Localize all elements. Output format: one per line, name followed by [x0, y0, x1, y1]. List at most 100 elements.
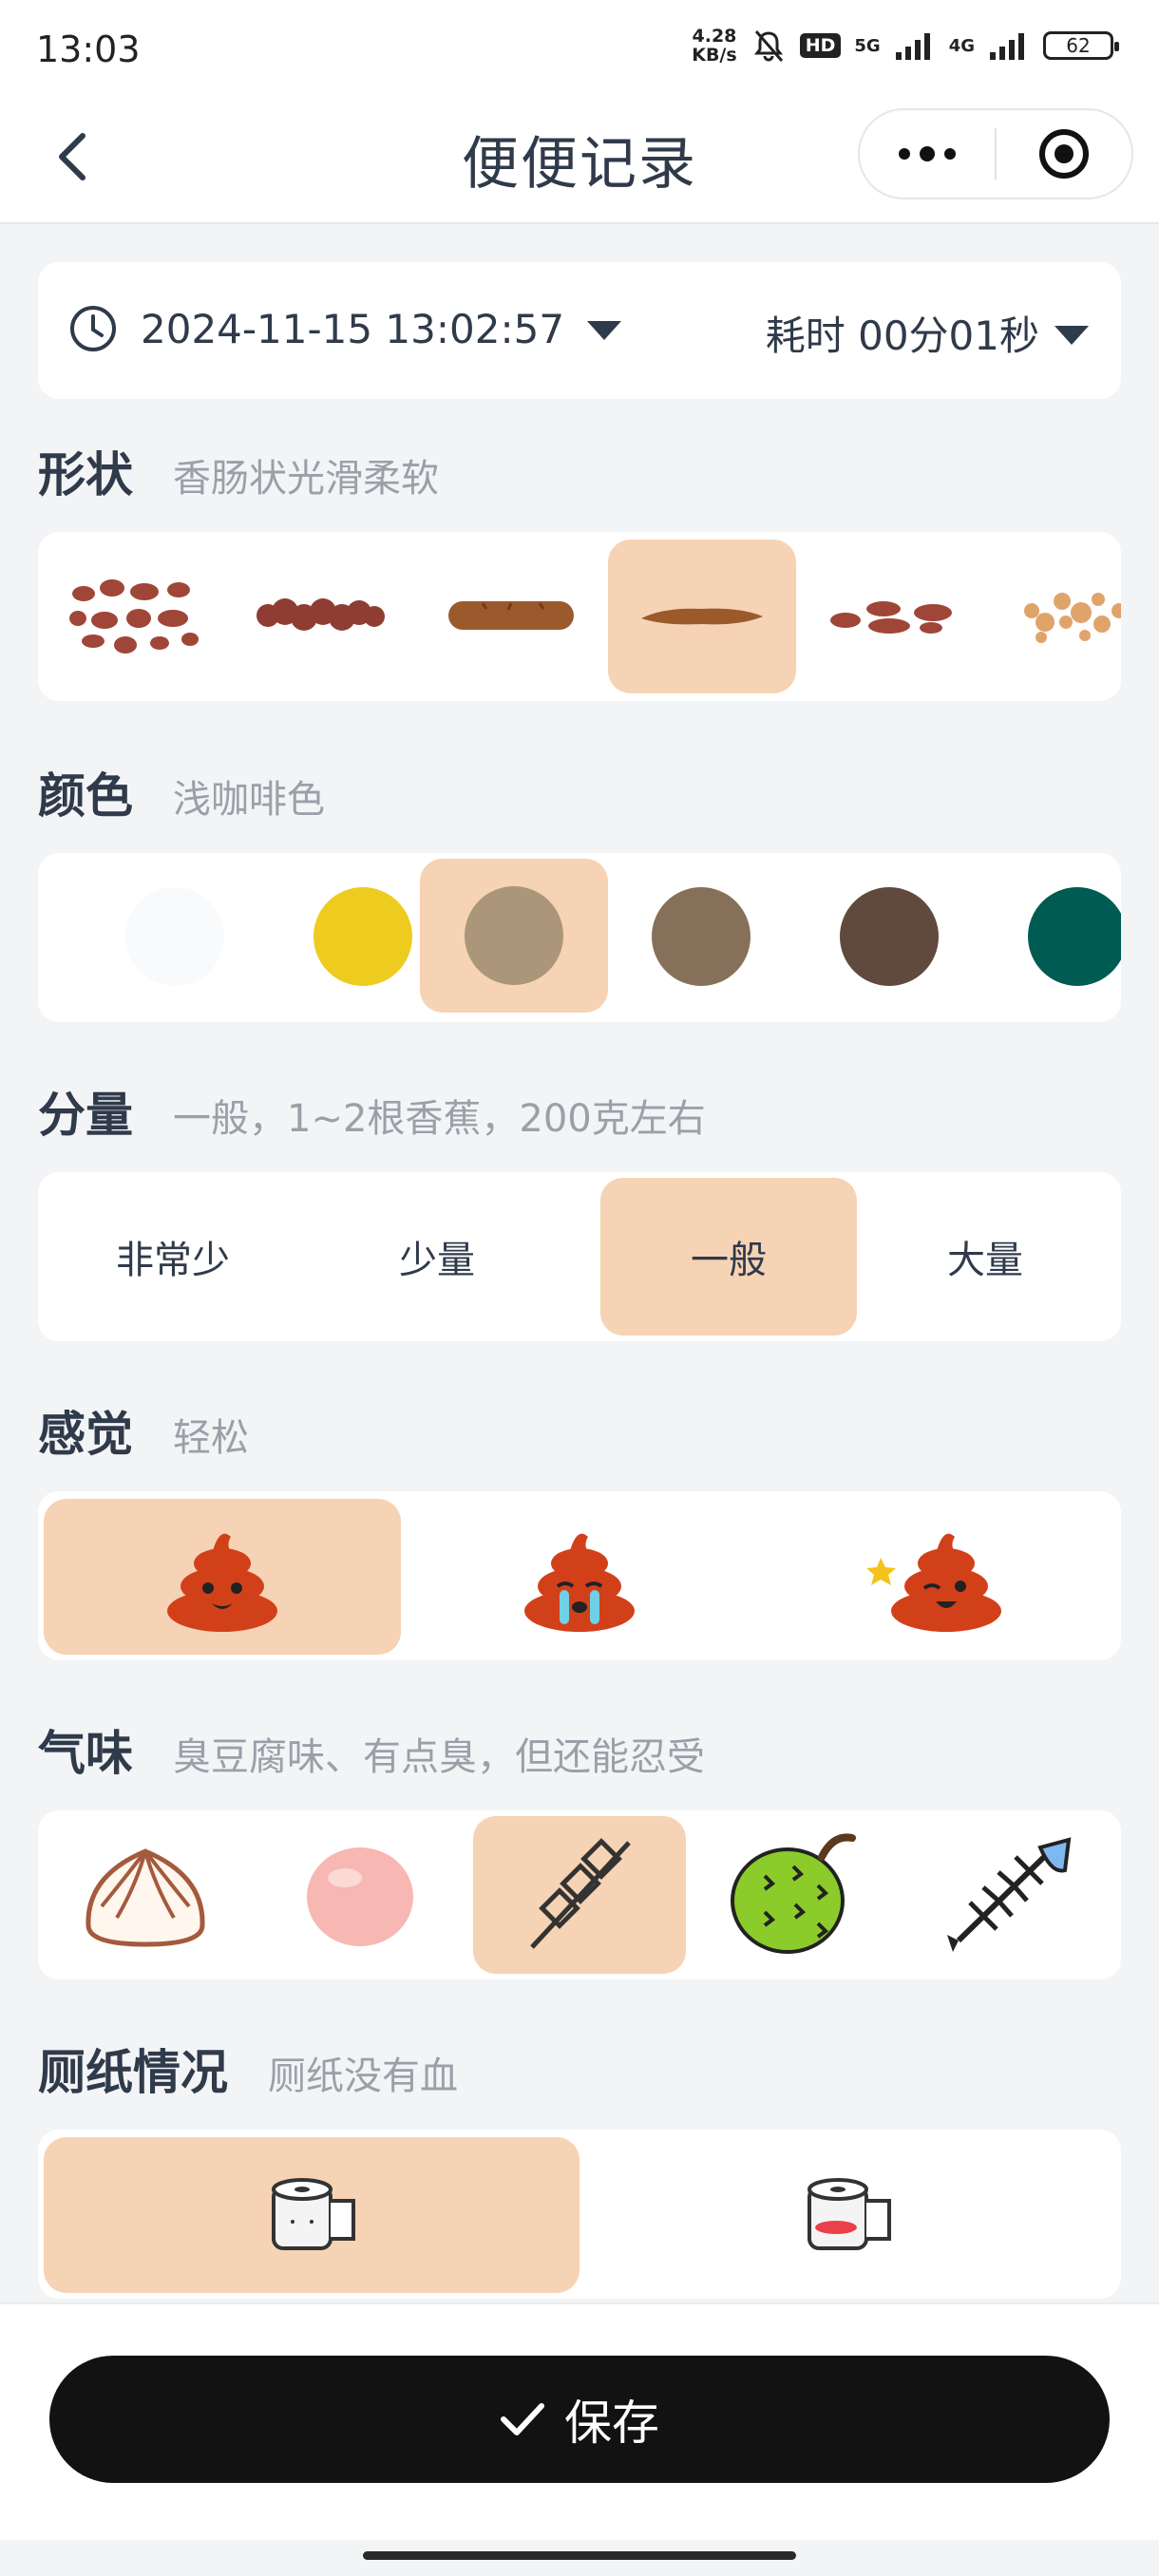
bloody-toilet-paper-icon — [808, 2178, 891, 2250]
color-swatch-3 — [465, 886, 563, 985]
color-options — [38, 853, 1121, 1022]
smell-title: 气味 — [38, 1726, 133, 1781]
close-program-button[interactable] — [997, 110, 1131, 198]
mini-program-capsule — [858, 108, 1133, 199]
signal-bars-icon — [895, 33, 930, 60]
datetime-value: 2024-11-15 13:02:57 — [141, 305, 565, 352]
fishbone-icon — [947, 1837, 1072, 1952]
paper-option-2[interactable] — [580, 2137, 1115, 2293]
shape-section-header: 形状 香肠状光滑柔软 — [38, 437, 439, 505]
durian-icon — [731, 1833, 856, 1954]
bun-icon — [86, 1848, 205, 1947]
home-indicator[interactable] — [363, 2551, 796, 2560]
signal-4g-label: 4G — [948, 35, 975, 56]
cracked-sausage-icon — [448, 601, 574, 630]
feeling-title: 感觉 — [38, 1407, 133, 1462]
amount-description: 一般，1~2根香蕉，200克左右 — [173, 1097, 706, 1141]
shape-option-4-selected[interactable] — [608, 540, 796, 693]
color-option-4[interactable] — [606, 861, 796, 1013]
duration-picker[interactable]: 耗时 00分01秒 — [766, 304, 1089, 362]
soft-blobs-icon — [830, 601, 952, 634]
smell-option-4[interactable] — [686, 1818, 901, 1972]
status-icons: 4.28 KB/s HD 5G 4G 62 — [692, 26, 1119, 66]
save-bar: 保存 — [0, 2302, 1159, 2540]
feeling-options — [38, 1491, 1121, 1660]
status-time: 13:03 — [36, 28, 141, 70]
smell-option-1[interactable] — [38, 1818, 253, 1972]
feeling-option-2[interactable] — [401, 1499, 758, 1655]
clock-icon — [70, 306, 116, 351]
amount-option-2[interactable]: 少量 — [308, 1180, 566, 1334]
paper-description: 厕纸没有血 — [268, 2055, 458, 2098]
battery-indicator: 62 — [1043, 31, 1119, 60]
smell-section-header: 气味 臭豆腐味、有点臭，但还能忍受 — [38, 1715, 705, 1784]
amount-title: 分量 — [38, 1088, 133, 1143]
shape-description: 香肠状光滑柔软 — [173, 457, 439, 501]
color-option-3-selected[interactable] — [420, 859, 608, 1013]
lumpy-sausage-icon — [256, 598, 385, 631]
color-option-5[interactable] — [794, 861, 984, 1013]
amount-option-3-selected[interactable]: 一般 — [600, 1178, 857, 1335]
color-swatch-4 — [652, 887, 750, 986]
amount-section-header: 分量 一般，1~2根香蕉，200克左右 — [38, 1077, 706, 1146]
shape-options — [38, 532, 1121, 701]
smell-option-2[interactable] — [253, 1818, 467, 1972]
shape-option-2[interactable] — [226, 540, 416, 691]
skewer-icon — [530, 1838, 631, 1949]
more-dots-icon — [899, 146, 956, 161]
winking-poop-icon — [866, 1533, 1001, 1632]
color-title: 颜色 — [38, 768, 133, 824]
crying-poop-icon — [524, 1533, 635, 1632]
amount-options: 非常少 少量 一般 大量 — [38, 1172, 1121, 1341]
feeling-option-3[interactable] — [758, 1499, 1115, 1655]
check-icon — [501, 2403, 544, 2435]
network-speed: 4.28 KB/s — [692, 26, 737, 66]
paper-options — [38, 2130, 1121, 2299]
hd-badge: HD — [799, 33, 842, 58]
target-icon — [1038, 129, 1089, 179]
feeling-option-1-selected[interactable] — [44, 1499, 401, 1655]
shape-title: 形状 — [38, 447, 133, 502]
separate-lumps-icon — [69, 579, 199, 653]
smell-option-3-selected[interactable] — [473, 1816, 686, 1974]
color-swatch-2 — [314, 887, 412, 986]
paper-title: 厕纸情况 — [38, 2045, 228, 2100]
feeling-description: 轻松 — [173, 1416, 249, 1460]
clean-toilet-paper-icon — [272, 2178, 355, 2250]
datetime-card: 2024-11-15 13:02:57 耗时 00分01秒 — [38, 262, 1121, 399]
egg-icon — [307, 1847, 413, 1946]
paper-section-header: 厕纸情况 厕纸没有血 — [38, 2035, 458, 2103]
smooth-sausage-icon — [641, 608, 763, 625]
color-swatch-6 — [1028, 887, 1121, 986]
shape-option-3[interactable] — [416, 540, 606, 691]
smell-description: 臭豆腐味、有点臭，但还能忍受 — [173, 1735, 705, 1779]
save-button[interactable]: 保存 — [49, 2356, 1110, 2483]
color-swatch-1 — [125, 887, 224, 986]
datetime-picker[interactable]: 2024-11-15 13:02:57 — [68, 304, 622, 353]
shape-option-1[interactable] — [38, 540, 228, 691]
amount-option-4[interactable]: 大量 — [857, 1180, 1113, 1334]
more-button[interactable] — [860, 110, 995, 198]
color-swatch-5 — [840, 887, 939, 986]
smell-option-5[interactable] — [901, 1818, 1115, 1972]
nav-bar: 便便记录 — [0, 101, 1159, 224]
duration-value: 耗时 00分01秒 — [765, 313, 1039, 359]
color-description: 浅咖啡色 — [173, 778, 325, 822]
feeling-section-header: 感觉 轻松 — [38, 1396, 249, 1465]
happy-poop-icon — [167, 1533, 277, 1632]
color-section-header: 颜色 浅咖啡色 — [38, 758, 325, 826]
caret-down-icon — [1054, 325, 1089, 345]
signal-bars-icon — [990, 33, 1024, 60]
signal-5g-label: 5G — [854, 35, 881, 56]
status-bar: 13:03 4.28 KB/s HD 5G 4G 62 — [0, 0, 1159, 101]
caret-down-icon — [587, 321, 622, 340]
mushy-pieces-icon — [1024, 593, 1121, 643]
color-option-6[interactable] — [982, 861, 1121, 1013]
color-option-1[interactable] — [80, 861, 270, 1013]
save-label: 保存 — [564, 2396, 659, 2451]
amount-option-1[interactable]: 非常少 — [38, 1180, 308, 1334]
paper-option-1-selected[interactable] — [44, 2137, 580, 2293]
shape-option-5[interactable] — [798, 540, 988, 691]
bell-muted-icon — [753, 30, 783, 62]
shape-option-6[interactable] — [988, 540, 1121, 691]
